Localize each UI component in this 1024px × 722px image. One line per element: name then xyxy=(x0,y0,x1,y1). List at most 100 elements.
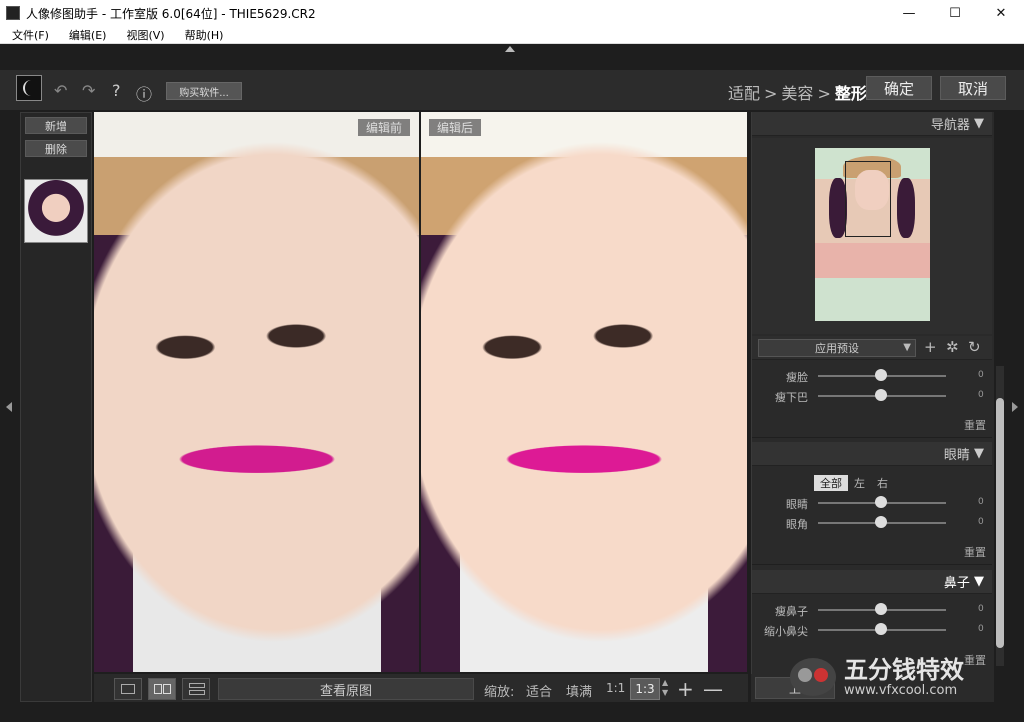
slider-label: 眼睛 xyxy=(786,498,808,511)
zoom-fit-button[interactable]: 适合 xyxy=(526,681,552,700)
slider-thin-chin[interactable]: 瘦下巴 0 xyxy=(752,386,992,406)
eyes-reset-button[interactable]: 重置 xyxy=(964,544,986,560)
navigator-header[interactable]: 导航器 ▼ xyxy=(752,112,992,136)
watermark: 五分钱特效 www.vfxcool.com xyxy=(790,656,1016,698)
slider-value: 0 xyxy=(978,624,984,634)
zoom-in-button[interactable]: + xyxy=(677,677,694,701)
logo-icon xyxy=(16,75,42,101)
gear-icon[interactable]: ✲ xyxy=(946,338,959,356)
zoom-label: 缩放: xyxy=(484,685,515,700)
menu-edit[interactable]: 编辑(E) xyxy=(69,27,107,43)
slider-value: 0 xyxy=(978,604,984,614)
preset-row: 应用预设 ▼ + ✲ ↻ xyxy=(752,336,992,360)
slider-value: 0 xyxy=(978,390,984,400)
menu-file[interactable]: 文件(F) xyxy=(12,27,49,43)
side-by-side-view-button[interactable] xyxy=(148,678,176,700)
menu-help[interactable]: 帮助(H) xyxy=(185,27,224,43)
collapse-top-arrow-icon[interactable] xyxy=(505,46,515,52)
info-icon[interactable]: ⓘ xyxy=(136,81,152,105)
single-view-button[interactable] xyxy=(114,678,142,700)
delete-button[interactable]: 删除 xyxy=(25,140,87,157)
eyes-header[interactable]: 眼睛 ▼ xyxy=(752,442,992,466)
collapse-left-arrow-icon[interactable] xyxy=(6,402,12,412)
refresh-icon[interactable]: ↻ xyxy=(968,338,981,356)
menu-view[interactable]: 视图(V) xyxy=(126,27,164,43)
adjustment-panel: 导航器 ▼ 应用预设 ▼ + ✲ ↻ 瘦脸 0 瘦下巴 0 重置 眼睛 ▼ 全部 … xyxy=(751,112,994,702)
slider-label: 瘦下巴 xyxy=(775,391,808,404)
segment-right[interactable]: 右 xyxy=(871,475,894,491)
segment-all[interactable]: 全部 xyxy=(814,475,848,491)
add-button[interactable]: 新增 xyxy=(25,117,87,134)
workflow-steps: 适配 > 美容 > 整形 xyxy=(728,80,867,104)
slider-shrink-nose-tip[interactable]: 缩小鼻尖 0 xyxy=(752,620,992,640)
zoom-ratio-input[interactable]: 1:3 xyxy=(630,678,660,700)
panel-scrollbar-thumb[interactable] xyxy=(996,398,1004,648)
close-button[interactable]: ✕ xyxy=(978,0,1024,26)
step-reshape[interactable]: 整形 xyxy=(835,84,867,103)
zoom-out-button[interactable]: — xyxy=(703,677,723,701)
slider-value: 0 xyxy=(978,517,984,527)
zoom-spinner-icon[interactable]: ▲ ▼ xyxy=(662,678,668,698)
slider-knob[interactable] xyxy=(875,389,887,401)
slider-label: 瘦鼻子 xyxy=(775,605,808,618)
after-photo xyxy=(421,112,747,672)
chevron-down-icon: ▼ xyxy=(974,446,984,461)
undo-icon[interactable]: ↶ xyxy=(54,81,67,100)
step-beauty[interactable]: 美容 xyxy=(781,84,813,103)
slider-eyes[interactable]: 眼睛 0 xyxy=(752,493,992,513)
redo-icon[interactable]: ↷ xyxy=(82,81,95,100)
navigator-image[interactable] xyxy=(815,148,930,321)
menu-bar: 文件(F) 编辑(E) 视图(V) 帮助(H) xyxy=(0,26,1024,44)
slider-eye-corner[interactable]: 眼角 0 xyxy=(752,513,992,533)
split-view-button[interactable] xyxy=(182,678,210,700)
add-preset-icon[interactable]: + xyxy=(924,338,937,356)
view-original-button[interactable]: 查看原图 xyxy=(218,678,474,700)
minimize-button[interactable]: — xyxy=(886,0,932,26)
help-icon[interactable]: ? xyxy=(112,81,121,100)
slider-label: 瘦脸 xyxy=(786,371,808,384)
nose-header[interactable]: 鼻子 ▼ xyxy=(752,570,992,594)
slider-knob[interactable] xyxy=(875,369,887,381)
before-image-pane[interactable]: 编辑前 xyxy=(94,112,420,672)
step-separator: > xyxy=(764,84,778,103)
image-thumbnail[interactable] xyxy=(24,179,88,243)
slider-thin-face[interactable]: 瘦脸 0 xyxy=(752,366,992,386)
before-label: 编辑前 xyxy=(357,119,410,136)
face-reset-button[interactable]: 重置 xyxy=(964,417,986,433)
navigator xyxy=(752,138,992,334)
title-bar: 人像修图助手 - 工作室版 6.0[64位] - THIE5629.CR2 — … xyxy=(0,0,1024,26)
navigator-viewport-rect[interactable] xyxy=(845,161,891,237)
eyes-title: 眼睛 xyxy=(943,448,970,463)
after-label: 编辑后 xyxy=(429,119,482,136)
slider-knob[interactable] xyxy=(875,516,887,528)
chevron-down-icon: ▼ xyxy=(903,342,911,353)
chevron-down-icon: ▼ xyxy=(974,574,984,589)
watermark-name: 五分钱特效 xyxy=(844,655,964,684)
eye-side-selector: 全部 左 右 xyxy=(814,475,894,491)
slider-label: 眼角 xyxy=(786,518,808,531)
confirm-button[interactable]: 确定 xyxy=(866,76,932,100)
slider-knob[interactable] xyxy=(875,496,887,508)
toolbar: ↶ ↷ ? ⓘ 购买软件... 适配 > 美容 > 整形 确定 取消 xyxy=(0,70,1024,110)
zoom-one-to-one-button[interactable]: 1:1 xyxy=(606,681,625,695)
slider-thin-nose[interactable]: 瘦鼻子 0 xyxy=(752,600,992,620)
window-title: 人像修图助手 - 工作室版 6.0[64位] - THIE5629.CR2 xyxy=(26,6,316,21)
slider-label: 缩小鼻尖 xyxy=(764,625,808,638)
step-fit[interactable]: 适配 xyxy=(728,84,760,103)
buy-software-button[interactable]: 购买软件... xyxy=(166,82,242,100)
thumbnail-panel: 新增 删除 xyxy=(20,112,92,702)
slider-knob[interactable] xyxy=(875,603,887,615)
zoom-fill-button[interactable]: 填满 xyxy=(566,681,592,700)
collapse-right-arrow-icon[interactable] xyxy=(1012,402,1018,412)
segment-left[interactable]: 左 xyxy=(848,475,871,491)
step-separator: > xyxy=(817,84,831,103)
slider-value: 0 xyxy=(978,370,984,380)
chevron-down-icon: ▼ xyxy=(974,116,984,131)
preset-select[interactable]: 应用预设 ▼ xyxy=(758,339,916,357)
app-icon xyxy=(6,6,20,20)
cancel-button[interactable]: 取消 xyxy=(940,76,1006,100)
before-photo xyxy=(94,112,420,672)
slider-knob[interactable] xyxy=(875,623,887,635)
after-image-pane[interactable]: 编辑后 xyxy=(421,112,747,672)
maximize-button[interactable]: ☐ xyxy=(932,0,978,26)
